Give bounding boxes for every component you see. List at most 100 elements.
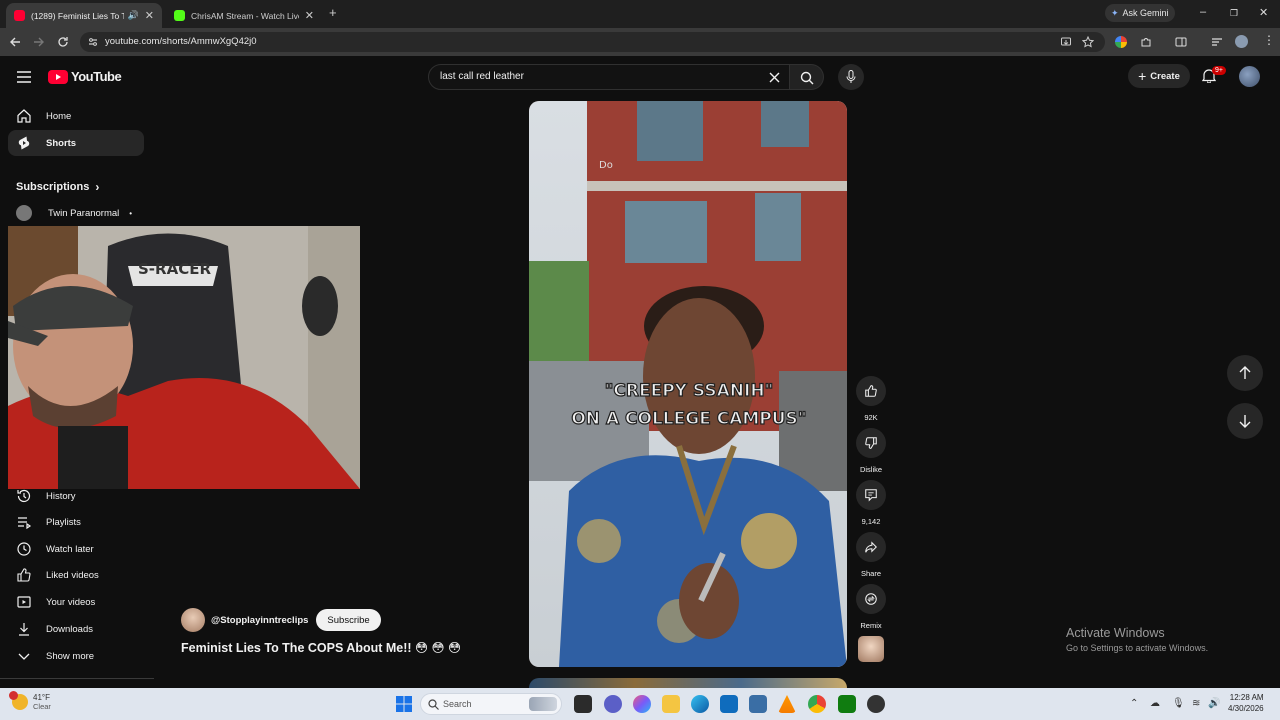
account-avatar[interactable] <box>1239 66 1260 87</box>
extensions-puzzle-icon[interactable] <box>1140 36 1152 48</box>
video-frame-image: Do "CREEPY SSANIH" ON A COLLEGE CAMPUS" <box>529 101 847 667</box>
onedrive-cloud-icon[interactable]: ☁ <box>1150 698 1160 709</box>
arrow-down-icon <box>1239 415 1251 428</box>
taskbar-search-box[interactable]: Search <box>420 693 562 715</box>
url-text: youtube.com/shorts/AmmwXgQ42j0 <box>105 36 257 47</box>
youtube-logo[interactable]: YouTube <box>48 69 122 84</box>
comments-button[interactable]: 9,142 <box>856 480 886 526</box>
show-hidden-icons-chevron-icon[interactable]: ⌃ <box>1130 698 1138 709</box>
sound-thumbnail[interactable] <box>858 636 884 662</box>
video-icon <box>17 596 31 608</box>
sidebar-item-show-more[interactable]: Show more <box>8 643 144 669</box>
caption-line-1: "CREEPY SSANIH" <box>605 381 774 401</box>
extension-chrome-icon[interactable] <box>1115 36 1127 48</box>
teams-icon[interactable] <box>604 695 622 713</box>
shorts-video-player[interactable]: Do "CREEPY SSANIH" ON A COLLEGE CAMPUS" <box>529 101 847 667</box>
side-panel-icon[interactable] <box>1175 36 1187 48</box>
previous-short-button[interactable] <box>1227 355 1263 391</box>
sidebar-divider <box>0 678 154 679</box>
channel-handle[interactable]: @Stopplayinntreclips <box>211 615 308 626</box>
task-view-icon[interactable] <box>574 695 592 713</box>
sidebar-item-label: Downloads <box>46 623 93 635</box>
subscribe-button[interactable]: Subscribe <box>316 609 381 631</box>
chrome-icon[interactable] <box>808 695 826 713</box>
search-button[interactable] <box>790 64 824 90</box>
remix-button[interactable]: Remix <box>856 584 886 630</box>
svg-text:S-RACER: S-RACER <box>138 260 211 278</box>
create-button[interactable]: + Create <box>1128 64 1190 88</box>
sidebar-item-history[interactable]: History <box>8 483 144 509</box>
wifi-icon[interactable]: ≋ <box>1192 698 1200 709</box>
ask-gemini-button[interactable]: ✦ Ask Gemini <box>1105 4 1175 22</box>
next-short-button[interactable] <box>1227 403 1263 439</box>
back-arrow-icon[interactable] <box>9 36 21 48</box>
copilot-icon[interactable] <box>633 695 651 713</box>
restore-icon[interactable]: ❐ <box>1230 8 1238 19</box>
kebab-menu-icon[interactable]: ⋮ <box>1263 33 1275 47</box>
search-input[interactable]: last call red leather <box>428 64 790 90</box>
volume-icon[interactable]: 🔊 <box>1208 698 1220 709</box>
sidebar-item-liked-videos[interactable]: Liked videos <box>8 562 144 588</box>
subscriptions-label: Subscriptions <box>16 181 90 193</box>
vlc-icon[interactable] <box>778 695 796 713</box>
weather-widget[interactable]: 41°F Clear <box>9 691 51 711</box>
speaker-icon[interactable]: 🔊 <box>128 10 139 21</box>
notification-count-badge: 9+ <box>1212 66 1226 75</box>
windows-start-icon[interactable] <box>396 696 412 712</box>
clock-time: 12:28 AM <box>1229 693 1264 702</box>
forward-arrow-icon[interactable] <box>33 36 45 48</box>
weather-moon-icon <box>9 691 28 710</box>
file-explorer-icon[interactable] <box>662 695 680 713</box>
sidebar-item-label: Watch later <box>46 543 94 555</box>
reload-icon[interactable] <box>57 36 69 48</box>
bookmark-star-icon[interactable] <box>1082 36 1094 48</box>
sidebar-item-playlists[interactable]: Playlists <box>8 509 144 535</box>
store-icon[interactable] <box>720 695 738 713</box>
site-info-icon[interactable] <box>88 37 98 47</box>
taskbar-clock[interactable]: 12:28 AM 4/30/2026 <box>1228 692 1264 714</box>
browser-tab-chrisam[interactable]: ChrisAM Stream - Watch Live o ✕ <box>166 3 322 28</box>
close-tab-icon[interactable]: ✕ <box>145 9 154 22</box>
share-button[interactable]: Share <box>856 532 886 578</box>
hamburger-menu-icon[interactable] <box>17 71 31 83</box>
browser-tab-youtube[interactable]: (1289) Feminist Lies To The 🔊 ✕ <box>6 3 162 28</box>
sidebar-item-downloads[interactable]: Downloads <box>8 616 144 642</box>
sidebar-item-watch-later[interactable]: Watch later <box>8 536 144 562</box>
sidebar-item-label: Home <box>46 110 72 122</box>
xbox-icon[interactable] <box>838 695 856 713</box>
dislike-button[interactable]: Dislike <box>856 428 886 474</box>
thumbs-up-icon <box>17 568 31 582</box>
short-channel-row: @Stopplayinntreclips Subscribe <box>181 608 381 632</box>
obs-icon[interactable] <box>867 695 885 713</box>
close-window-icon[interactable]: ✕ <box>1259 6 1268 19</box>
microphone-tray-icon[interactable]: 🎙 <box>1172 698 1185 709</box>
clear-search-icon[interactable] <box>769 72 780 83</box>
new-tab-button[interactable]: + <box>329 5 337 20</box>
close-tab-icon[interactable]: ✕ <box>305 9 314 22</box>
search-icon <box>428 699 439 710</box>
install-app-icon[interactable] <box>1060 36 1072 48</box>
sidebar-item-label: Shorts <box>46 137 77 149</box>
edge-icon[interactable] <box>691 695 709 713</box>
sidebar-item-shorts[interactable]: Shorts <box>8 130 144 156</box>
outlook-icon[interactable] <box>749 695 767 713</box>
minimize-icon[interactable]: – <box>1200 6 1206 18</box>
weather-condition: Clear <box>33 702 51 711</box>
like-button[interactable]: 92K <box>856 376 886 422</box>
subscriptions-heading[interactable]: Subscriptions › <box>16 180 99 194</box>
channel-avatar[interactable] <box>181 608 205 632</box>
like-count: 92K <box>864 413 878 422</box>
subscription-channel-item[interactable]: Twin Paranormal • <box>16 205 132 221</box>
sidebar-item-home[interactable]: Home <box>8 103 144 129</box>
sidebar-item-label: Liked videos <box>46 569 99 581</box>
youtube-play-logo-icon <box>48 69 68 84</box>
sidebar-item-your-videos[interactable]: Your videos <box>8 589 144 615</box>
browser-toolbar: youtube.com/shorts/AmmwXgQ42j0 ⋮ <box>0 28 1280 56</box>
tab-search-icon[interactable] <box>1211 36 1223 48</box>
sidebar-item-label: Show more <box>46 650 95 662</box>
profile-avatar-icon[interactable] <box>1235 35 1248 48</box>
voice-search-button[interactable] <box>838 64 864 90</box>
dislike-label: Dislike <box>859 465 883 474</box>
address-bar[interactable]: youtube.com/shorts/AmmwXgQ42j0 <box>80 32 1105 52</box>
chevron-right-icon: › <box>95 180 100 194</box>
